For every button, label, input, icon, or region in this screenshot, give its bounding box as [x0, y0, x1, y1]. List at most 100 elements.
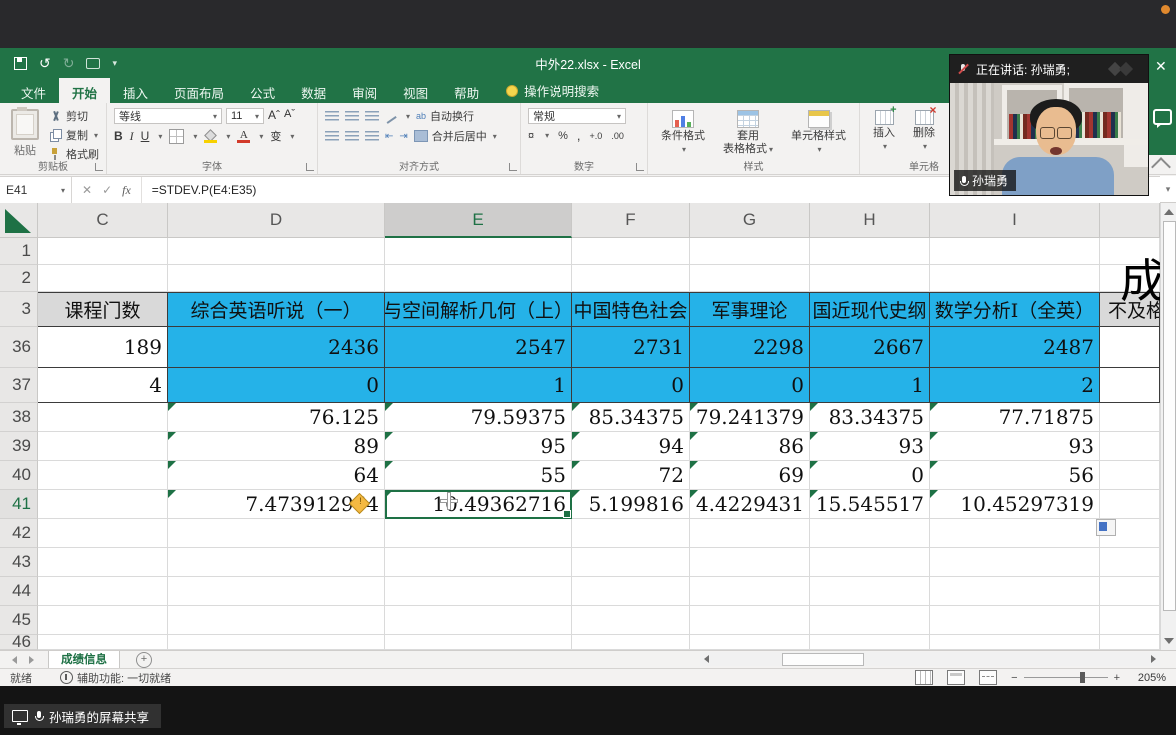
cell-D43[interactable] [168, 548, 385, 577]
cell-H41[interactable]: 15.545517 [810, 490, 930, 519]
align-right-icon[interactable] [365, 131, 379, 141]
row-header-1[interactable]: 1 [0, 238, 38, 265]
column-header-partial[interactable] [1100, 203, 1160, 238]
number-format-select[interactable]: 常规▾ [528, 108, 626, 124]
cell-H43[interactable] [810, 548, 930, 577]
cell-D3[interactable]: 综合英语听说（一） [168, 292, 385, 327]
cell-F2[interactable] [572, 265, 690, 292]
delete-cells-button[interactable]: 删除▾ [907, 108, 941, 159]
cell-C43[interactable] [38, 548, 168, 577]
cell-G2[interactable] [690, 265, 810, 292]
cell-D1[interactable] [168, 238, 385, 265]
cell-F41[interactable]: 5.199816 [572, 490, 690, 519]
cell-C41[interactable] [38, 490, 168, 519]
ribbon-tab-公式[interactable]: 公式 [237, 78, 288, 103]
cell-D39[interactable]: 89 [168, 432, 385, 461]
cell-E45[interactable] [385, 606, 572, 635]
cell-I40[interactable]: 56 [930, 461, 1100, 490]
row-header-38[interactable]: 38 [0, 403, 38, 432]
zoom-slider-thumb[interactable] [1080, 672, 1085, 683]
cell-G38[interactable]: 79.241379 [690, 403, 810, 432]
scroll-down-icon[interactable] [1164, 638, 1174, 644]
select-all-corner[interactable] [0, 203, 38, 238]
cell-C45[interactable] [38, 606, 168, 635]
decrease-decimal-button[interactable]: .00 [611, 131, 624, 141]
column-header-F[interactable]: F [572, 203, 690, 238]
cell-H38[interactable]: 83.34375 [810, 403, 930, 432]
alignment-dialog-launcher[interactable] [509, 163, 517, 171]
format-as-table-button[interactable]: 套用表格格式▾ [717, 108, 779, 159]
cell-D37[interactable]: 0 [168, 368, 385, 403]
cell-J38[interactable] [1100, 403, 1160, 432]
cell-I43[interactable] [930, 548, 1100, 577]
row-header-3[interactable]: 3 [0, 292, 38, 327]
cell-H1[interactable] [810, 238, 930, 265]
name-box[interactable]: E41▾ [0, 177, 72, 203]
decrease-indent-icon[interactable]: ⇤ [385, 131, 393, 142]
clipboard-dialog-launcher[interactable] [95, 163, 103, 171]
cell-I3[interactable]: 数学分析I（全英） [930, 292, 1100, 327]
screen-share-indicator[interactable]: 孙瑞勇的屏幕共享 [4, 704, 161, 728]
cell-I39[interactable]: 93 [930, 432, 1100, 461]
cell-H39[interactable]: 93 [810, 432, 930, 461]
cell-G45[interactable] [690, 606, 810, 635]
tell-me-search[interactable]: 操作说明搜索 [506, 78, 599, 103]
cell-C38[interactable] [38, 403, 168, 432]
font-color-button[interactable]: A [237, 130, 250, 143]
fill-color-button[interactable] [204, 130, 217, 143]
zoom-slider[interactable] [1024, 677, 1108, 678]
align-left-icon[interactable] [325, 131, 339, 141]
phonetic-button[interactable]: 变 [270, 128, 281, 144]
grow-font-button[interactable]: Aˆ [268, 108, 280, 124]
cell-J45[interactable] [1100, 606, 1160, 635]
video-panel[interactable]: 正在讲话: 孙瑞勇; 孙瑞勇 [950, 55, 1148, 195]
row-header-37[interactable]: 37 [0, 368, 38, 403]
cell-C37[interactable]: 4 [38, 368, 168, 403]
align-bottom-icon[interactable] [365, 111, 379, 121]
wrap-text-button[interactable]: ab自动换行 [416, 108, 474, 124]
row-header-2[interactable]: 2 [0, 265, 38, 292]
cell-H37[interactable]: 1 [810, 368, 930, 403]
copy-button[interactable]: 复制▾ [49, 127, 99, 143]
cell-C36[interactable]: 189 [38, 327, 168, 368]
cell-C3[interactable]: 课程门数 [38, 292, 168, 327]
cell-H3[interactable]: 国近现代史纲 [810, 292, 930, 327]
cell-E46[interactable] [385, 635, 572, 650]
cell-J41[interactable] [1100, 490, 1160, 519]
cell-J39[interactable] [1100, 432, 1160, 461]
cell-J37[interactable] [1100, 368, 1160, 403]
cell-F42[interactable] [572, 519, 690, 548]
cell-F36[interactable]: 2731 [572, 327, 690, 368]
cell-H45[interactable] [810, 606, 930, 635]
cell-D42[interactable] [168, 519, 385, 548]
add-sheet-button[interactable]: + [136, 652, 152, 668]
close-icon[interactable]: ✕ [1155, 58, 1167, 75]
cell-I1[interactable] [930, 238, 1100, 265]
cell-E41[interactable]: 10.49362716 [385, 490, 572, 519]
scroll-up-icon[interactable] [1164, 209, 1174, 215]
cell-E2[interactable] [385, 265, 572, 292]
column-header-D[interactable]: D [168, 203, 385, 238]
zoom-percentage[interactable]: 205% [1134, 672, 1166, 684]
orientation-icon[interactable] [385, 110, 398, 123]
cell-E44[interactable] [385, 577, 572, 606]
cell-D45[interactable] [168, 606, 385, 635]
cell-J46[interactable] [1100, 635, 1160, 650]
cell-G39[interactable]: 86 [690, 432, 810, 461]
align-center-icon[interactable] [345, 131, 359, 141]
cell-J40[interactable] [1100, 461, 1160, 490]
cell-E38[interactable]: 79.59375 [385, 403, 572, 432]
insert-function-icon[interactable]: fx [122, 183, 131, 198]
cell-C2[interactable] [38, 265, 168, 292]
cell-I37[interactable]: 2 [930, 368, 1100, 403]
cell-C40[interactable] [38, 461, 168, 490]
ribbon-tab-页面布局[interactable]: 页面布局 [161, 78, 237, 103]
page-layout-view-icon[interactable] [947, 670, 965, 685]
column-header-G[interactable]: G [690, 203, 810, 238]
cell-D40[interactable]: 64 [168, 461, 385, 490]
undo-icon[interactable]: ↺ [39, 56, 51, 70]
font-dialog-launcher[interactable] [306, 163, 314, 171]
cell-F46[interactable] [572, 635, 690, 650]
cell-D2[interactable] [168, 265, 385, 292]
cell-F38[interactable]: 85.34375 [572, 403, 690, 432]
